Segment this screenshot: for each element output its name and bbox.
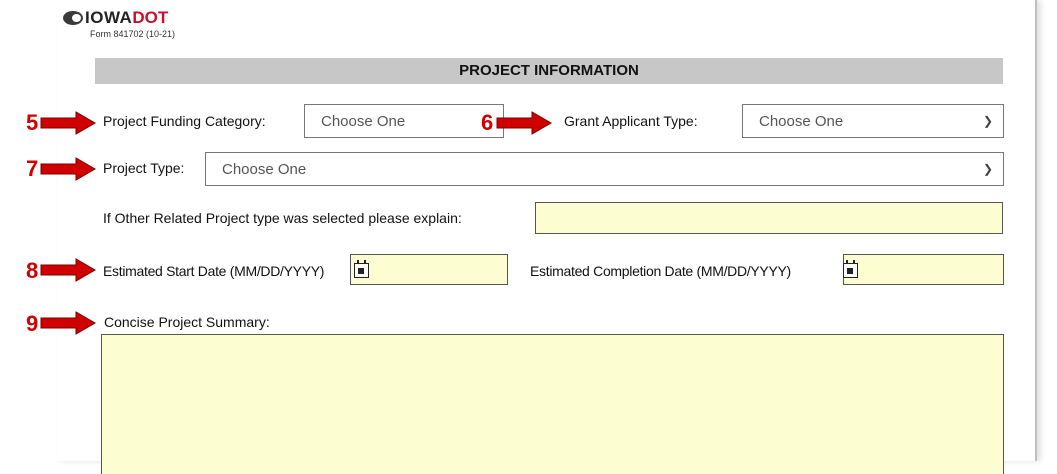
annotation-arrow-icon [40,111,96,135]
calendar-cell [358,268,364,274]
annotation-arrow-icon [40,311,96,335]
annotation-arrow-icon [496,111,552,135]
completion-date-input[interactable] [843,254,1004,285]
start-date-label: Estimated Start Date (MM/DD/YYYY) [103,263,325,279]
logo-iowa-text: IOWA [85,8,133,27]
iowa-dot-logo: IOWA DOT [63,8,168,28]
funding-category-select[interactable]: Choose One [304,104,504,138]
logo-dot-text: DOT [132,8,169,27]
summary-textarea[interactable] [101,334,1004,474]
annotation-number: 9 [26,311,39,336]
funding-category-label: Project Funding Category: [103,113,266,129]
start-date-input[interactable] [350,254,508,285]
project-type-select[interactable]: Choose One ❯ [205,152,1004,186]
grant-applicant-type-select[interactable]: Choose One ❯ [742,104,1004,138]
project-type-value: Choose One [222,160,307,178]
other-explain-input[interactable] [535,202,1003,234]
annotation-arrow-icon [40,157,96,181]
annotation-number: 5 [26,110,39,135]
form-number: Form 841702 (10-21) [90,29,176,39]
project-type-label: Project Type: [103,160,185,176]
grant-applicant-type-value: Choose One [759,112,844,130]
other-explain-label: If Other Related Project type was select… [103,210,462,226]
funding-category-value: Choose One [321,112,406,130]
summary-label: Concise Project Summary: [104,314,270,330]
chevron-down-icon: ❯ [982,162,993,176]
calendar-cell [847,268,853,274]
iowa-dot-logo-icon [63,11,83,25]
calendar-icon[interactable] [354,260,369,278]
section-title: PROJECT INFORMATION [95,58,1003,84]
completion-date-label: Estimated Completion Date (MM/DD/YYYY) [530,263,791,279]
annotation-number: 6 [481,110,494,135]
chevron-down-icon: ❯ [982,114,993,128]
annotation-arrow-icon [40,258,96,282]
annotation-number: 8 [26,258,39,283]
calendar-icon[interactable] [843,260,858,278]
grant-applicant-type-label: Grant Applicant Type: [564,113,698,129]
annotation-number: 7 [26,156,39,181]
